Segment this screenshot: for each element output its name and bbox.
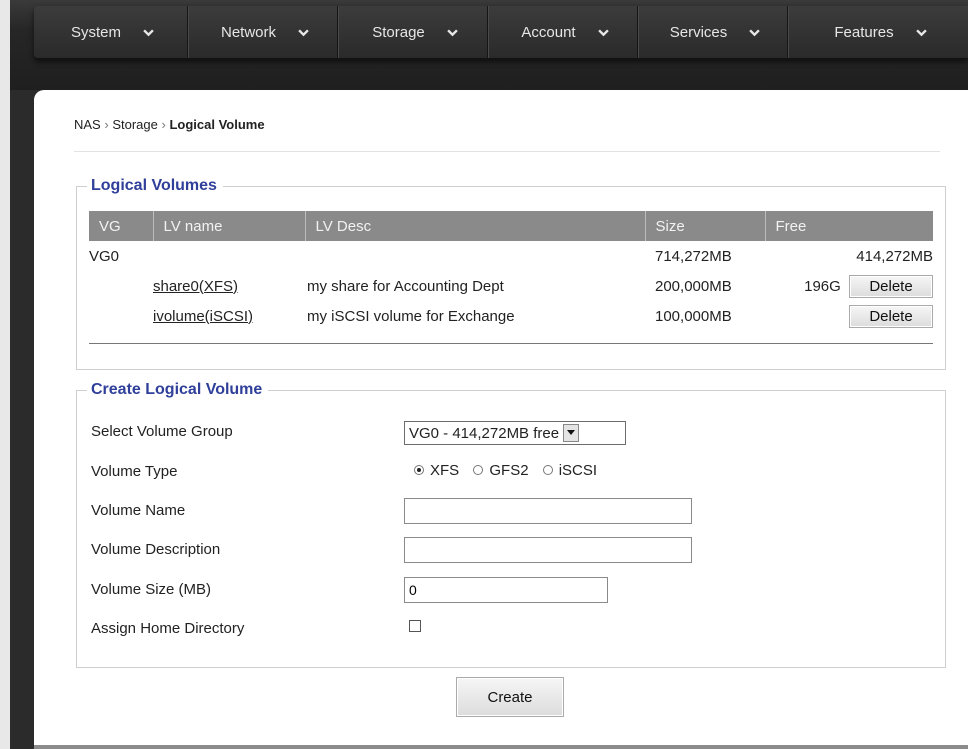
chevron-down-icon: [143, 28, 154, 36]
logical-volumes-section: Logical Volumes VG LV name LV Desc Size …: [76, 177, 946, 370]
menu-services[interactable]: Services: [638, 6, 788, 58]
menu-system[interactable]: System: [34, 6, 188, 58]
breadcrumb: NAS › Storage › Logical Volume: [74, 117, 265, 132]
lv-name-link[interactable]: share0(XFS): [153, 278, 238, 295]
breadcrumb-separator: ›: [104, 117, 109, 132]
create-volume-section: Create Logical Volume Select Volume Grou…: [76, 381, 946, 668]
section-title: Logical Volumes: [87, 177, 223, 195]
menu-network[interactable]: Network: [188, 6, 338, 58]
radio-label: iSCSI: [558, 461, 598, 479]
size-cell: 100,000MB: [655, 307, 732, 325]
delete-button[interactable]: Delete: [849, 304, 933, 328]
size-cell: 200,000MB: [655, 277, 732, 295]
menu-label: Network: [220, 23, 276, 41]
breadcrumb-separator: ›: [161, 117, 166, 132]
menu-features[interactable]: Features: [788, 6, 968, 58]
bottom-edge: [34, 745, 968, 749]
home-directory-label: Assign Home Directory: [91, 620, 245, 637]
breadcrumb-nas[interactable]: NAS: [74, 117, 101, 132]
radio-gfs2[interactable]: [473, 465, 484, 476]
breadcrumb-storage[interactable]: Storage: [112, 117, 158, 132]
chevron-down-icon: [447, 28, 458, 36]
volume-type-label: Volume Type: [91, 463, 178, 480]
volume-description-input[interactable]: [404, 537, 692, 563]
menu-label: Services: [669, 23, 728, 41]
size-cell: 714,272MB: [655, 247, 732, 265]
select-value: VG0 - 414,272MB free: [409, 424, 560, 442]
volume-description-label: Volume Description: [91, 541, 221, 558]
home-directory-checkbox[interactable]: [409, 620, 421, 632]
menu-label: Account: [521, 23, 576, 41]
table-row: share0(XFS) my share for Accounting Dept…: [89, 271, 933, 301]
chevron-down-icon: [597, 28, 609, 36]
vg-cell: VG0: [89, 247, 120, 265]
left-edge: [0, 0, 10, 749]
volume-type-radios: XFS GFS2 iSCSI: [414, 461, 607, 479]
radio-iscsi[interactable]: [542, 465, 553, 476]
column-header: Free: [764, 211, 933, 241]
logical-volumes-table: VG LV name LV Desc Size Free VG0 714,272…: [89, 211, 933, 331]
divider: [89, 343, 933, 344]
radio-xfs[interactable]: [414, 465, 424, 476]
desc-cell: my share for Accounting Dept: [307, 277, 504, 295]
chevron-down-icon: [915, 28, 927, 36]
column-header: LV name: [152, 211, 305, 241]
column-header: LV Desc: [304, 211, 645, 241]
volume-name-label: Volume Name: [91, 502, 186, 519]
menu-account[interactable]: Account: [488, 6, 638, 58]
divider: [74, 151, 940, 152]
volume-size-label: Volume Size (MB): [91, 581, 212, 598]
menu-label: System: [70, 23, 121, 41]
menu-label: Storage: [372, 23, 425, 41]
radio-label: XFS: [430, 461, 460, 479]
breadcrumb-current: Logical Volume: [169, 117, 265, 132]
delete-button[interactable]: Delete: [849, 274, 933, 298]
desc-cell: my iSCSI volume for Exchange: [307, 307, 515, 325]
volume-size-input[interactable]: [404, 577, 608, 603]
main-menu: System Network Storage Account Services …: [34, 6, 968, 59]
menu-label: Features: [834, 23, 894, 41]
column-header: VG: [89, 211, 153, 241]
table-row: ivolume(iSCSI) my iSCSI volume for Excha…: [89, 301, 933, 331]
lv-name-link[interactable]: ivolume(iSCSI): [153, 308, 253, 325]
free-cell: 196G: [804, 277, 841, 295]
volume-group-select[interactable]: VG0 - 414,272MB free: [404, 421, 626, 445]
section-title: Create Logical Volume: [87, 381, 269, 399]
create-button[interactable]: Create: [456, 677, 564, 717]
volume-group-label: Select Volume Group: [91, 423, 233, 440]
free-cell: 414,272MB: [856, 247, 933, 265]
table-row: VG0 714,272MB 414,272MB: [89, 241, 933, 271]
dropdown-arrow-icon: [563, 424, 580, 442]
volume-name-input[interactable]: [404, 498, 692, 524]
content-panel: NAS › Storage › Logical Volume Logical V…: [34, 90, 968, 749]
chevron-down-icon: [298, 28, 309, 36]
table-header-row: VG LV name LV Desc Size Free: [89, 211, 933, 241]
menu-storage[interactable]: Storage: [338, 6, 488, 58]
column-header: Size: [644, 211, 765, 241]
radio-label: GFS2: [489, 461, 529, 479]
chevron-down-icon: [749, 28, 761, 36]
